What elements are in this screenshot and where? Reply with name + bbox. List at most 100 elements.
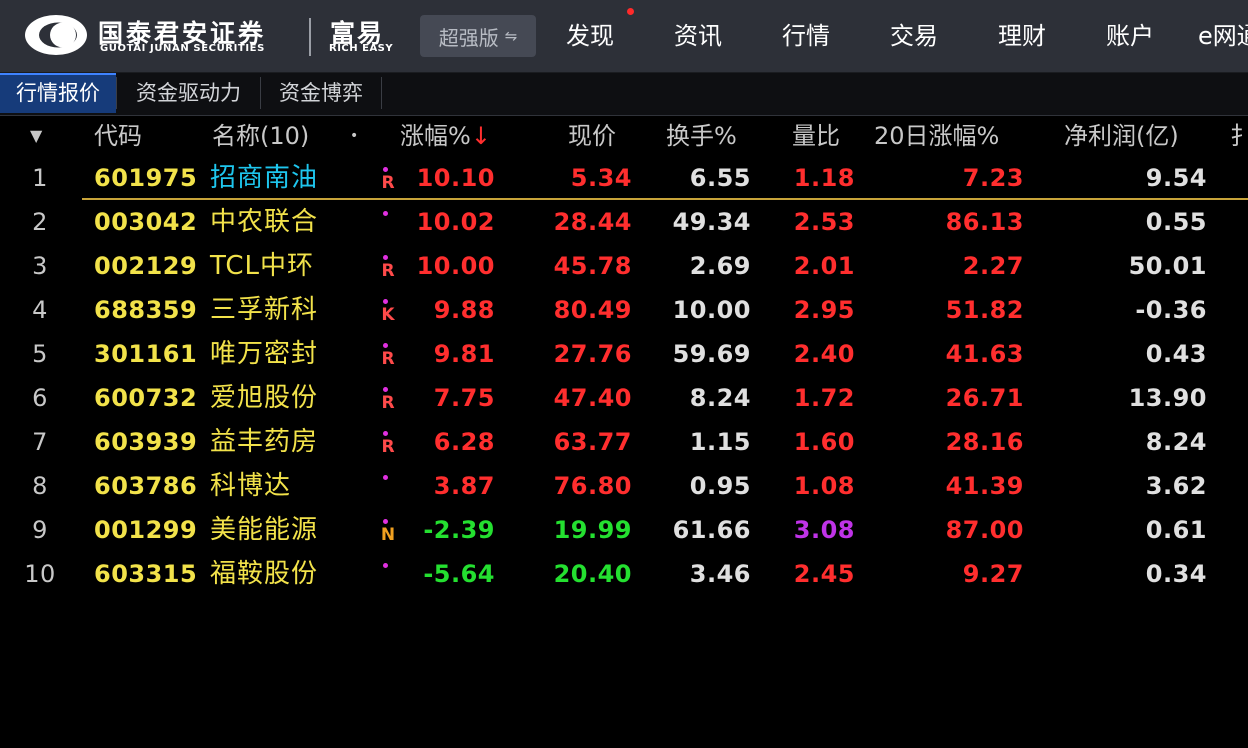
nav-news[interactable]: 资讯: [674, 16, 722, 51]
change-pct: 10.00: [416, 252, 495, 280]
edition-switch-button[interactable]: 超强版 ⇋: [420, 15, 536, 57]
col-header-change-label: 涨幅%: [400, 122, 471, 150]
col-header-change[interactable]: 涨幅%↓: [400, 116, 491, 156]
stock-name[interactable]: 美能能源: [210, 510, 318, 550]
volume-ratio: 1.72: [793, 384, 855, 412]
volume-ratio: 2.45: [793, 560, 855, 588]
current-price: 5.34: [570, 164, 632, 192]
nav-discover[interactable]: 发现: [566, 16, 614, 51]
col-header-turnover[interactable]: 换手%: [666, 116, 737, 156]
brand-divider: [309, 18, 311, 56]
tab-bar: 行情报价 资金驱动力 资金博弈: [0, 73, 1248, 116]
top-bar: 国泰君安证券 GUOTAI JUNAN SECURITIES 富易 RICH E…: [0, 0, 1248, 73]
stock-name[interactable]: TCL中环: [210, 246, 314, 286]
change-20d-pct: 7.23: [962, 164, 1024, 192]
change-20d-pct: 26.71: [945, 384, 1024, 412]
current-price: 47.40: [553, 384, 632, 412]
change-20d-pct: 41.39: [945, 472, 1024, 500]
current-price: 19.99: [553, 516, 632, 544]
current-price: 80.49: [553, 296, 632, 324]
stock-code: 001299: [94, 516, 198, 544]
tab-capital-game[interactable]: 资金博弈: [261, 73, 381, 113]
stock-name[interactable]: 招商南油: [210, 158, 318, 198]
tab-capital-drive[interactable]: 资金驱动力: [117, 73, 260, 113]
current-price: 20.40: [553, 560, 632, 588]
turnover-pct: 6.55: [689, 164, 751, 192]
col-header-volume-ratio[interactable]: 量比: [792, 116, 840, 156]
net-profit: 50.01: [1128, 252, 1207, 280]
change-pct: 10.02: [416, 208, 495, 236]
nav-account[interactable]: 账户: [1106, 16, 1154, 51]
row-index: 9: [32, 516, 48, 544]
stock-name[interactable]: 科博达: [210, 466, 291, 506]
col-header-cut-off[interactable]: 扌: [1230, 116, 1248, 156]
col-header-code[interactable]: 代码: [94, 116, 142, 156]
stock-name[interactable]: 福鞍股份: [210, 554, 318, 594]
stock-code: 002129: [94, 252, 198, 280]
current-price: 76.80: [553, 472, 632, 500]
row-index: 4: [32, 296, 48, 324]
turnover-pct: 2.69: [689, 252, 751, 280]
stock-name[interactable]: 益丰药房: [210, 422, 318, 462]
stock-name[interactable]: 唯万密封: [210, 334, 318, 374]
row-index: 5: [32, 340, 48, 368]
row-index: 3: [32, 252, 48, 280]
net-profit: 9.54: [1145, 164, 1207, 192]
change-pct: 7.75: [433, 384, 495, 412]
row-index: 7: [32, 428, 48, 456]
net-profit: 8.24: [1145, 428, 1207, 456]
current-price: 28.44: [553, 208, 632, 236]
stock-code: 688359: [94, 296, 198, 324]
stock-code: 301161: [94, 340, 198, 368]
col-header-change-20d[interactable]: 20日涨幅%: [874, 116, 999, 156]
stock-name[interactable]: 中农联合: [210, 202, 318, 242]
volume-ratio: 2.95: [793, 296, 855, 324]
net-profit: 0.61: [1145, 516, 1207, 544]
turnover-pct: 8.24: [689, 384, 751, 412]
column-menu-icon[interactable]: ▼: [30, 116, 42, 156]
turnover-pct: 10.00: [672, 296, 751, 324]
row-index: 1: [32, 164, 48, 192]
current-price: 45.78: [553, 252, 632, 280]
tab-quotes[interactable]: 行情报价: [0, 73, 116, 113]
notification-dot: [627, 8, 634, 15]
volume-ratio: 2.53: [793, 208, 855, 236]
change-pct: 9.88: [433, 296, 495, 324]
nav-wealth[interactable]: 理财: [998, 16, 1046, 51]
col-header-dot-icon: •: [350, 128, 359, 144]
turnover-pct: 59.69: [672, 340, 751, 368]
nav-market[interactable]: 行情: [782, 16, 830, 51]
net-profit: 0.34: [1145, 560, 1207, 588]
volume-ratio: 2.40: [793, 340, 855, 368]
change-20d-pct: 86.13: [945, 208, 1024, 236]
net-profit: 0.55: [1145, 208, 1207, 236]
stock-code: 603315: [94, 560, 198, 588]
nav-trade[interactable]: 交易: [890, 16, 938, 51]
volume-ratio: 2.01: [793, 252, 855, 280]
selected-row-underline: [82, 198, 1248, 200]
col-header-price[interactable]: 现价: [568, 116, 616, 156]
row-index: 8: [32, 472, 48, 500]
stock-name[interactable]: 三孚新科: [210, 290, 318, 330]
change-20d-pct: 51.82: [945, 296, 1024, 324]
sort-desc-icon: ↓: [470, 122, 491, 150]
change-pct: -5.64: [423, 560, 495, 588]
volume-ratio: 1.60: [793, 428, 855, 456]
change-pct: 9.81: [433, 340, 495, 368]
col-header-net-profit[interactable]: 净利润(亿): [1064, 116, 1179, 156]
nav-e-wangtong[interactable]: e网通: [1198, 16, 1248, 51]
net-profit: -0.36: [1135, 296, 1207, 324]
net-profit: 13.90: [1128, 384, 1207, 412]
current-price: 27.76: [553, 340, 632, 368]
turnover-pct: 0.95: [689, 472, 751, 500]
change-20d-pct: 87.00: [945, 516, 1024, 544]
edition-label: 超强版: [438, 25, 499, 50]
col-header-name[interactable]: 名称(10): [212, 116, 309, 156]
turnover-pct: 49.34: [672, 208, 751, 236]
stock-name[interactable]: 爱旭股份: [210, 378, 318, 418]
change-20d-pct: 2.27: [962, 252, 1024, 280]
stock-code: 003042: [94, 208, 198, 236]
tab-divider: [381, 77, 382, 109]
turnover-pct: 3.46: [689, 560, 751, 588]
net-profit: 3.62: [1145, 472, 1207, 500]
